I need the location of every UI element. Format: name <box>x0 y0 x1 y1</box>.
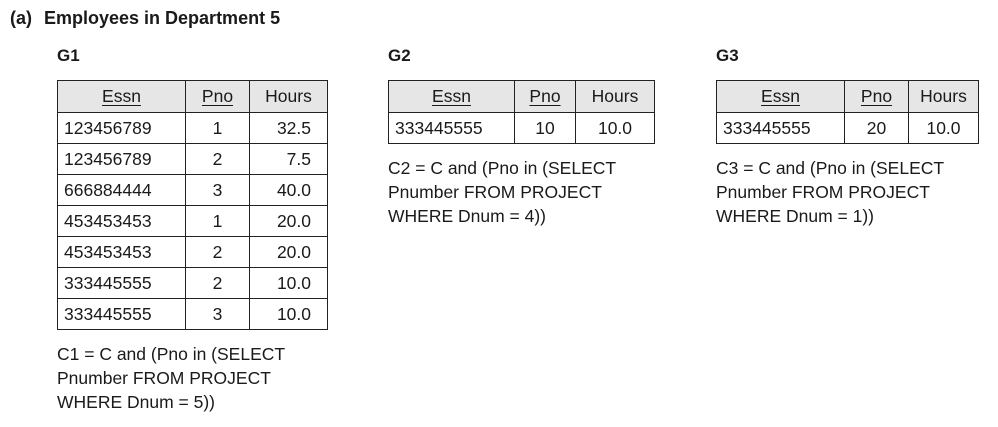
table-header-row: Essn Pno Hours <box>57 80 328 113</box>
group-condition: C1 = C and (Pno in (SELECT Pnumber FROM … <box>57 342 328 414</box>
cell-essn: 123456789 <box>57 143 186 175</box>
cell-essn: 333445555 <box>716 112 845 144</box>
table-row: 453453453 2 20.0 <box>57 236 328 268</box>
condition-line: Pnumber FROM PROJECT <box>57 368 271 388</box>
cell-hours: 10.0 <box>908 112 979 144</box>
column-header-essn: Essn <box>716 80 845 113</box>
cell-essn: 453453453 <box>57 205 186 237</box>
group-condition: C3 = C and (Pno in (SELECT Pnumber FROM … <box>716 156 979 228</box>
cell-pno: 3 <box>185 174 250 206</box>
cell-pno: 3 <box>185 298 250 330</box>
column-header-hours: Hours <box>908 80 979 113</box>
cell-hours: 40.0 <box>249 174 328 206</box>
cell-essn: 453453453 <box>57 236 186 268</box>
column-header-essn: Essn <box>57 80 186 113</box>
cell-hours: 20.0 <box>249 205 328 237</box>
relation-table: Essn Pno Hours 333445555 10 10.0 <box>388 80 655 144</box>
group-name: G1 <box>57 46 80 65</box>
cell-hours: 20.0 <box>249 236 328 268</box>
group-g2: G2 Essn Pno Hours 333445555 10 10.0 C2 =… <box>388 46 655 228</box>
table-header-row: Essn Pno Hours <box>388 80 655 113</box>
group-name: G3 <box>716 46 739 65</box>
cell-pno: 2 <box>185 143 250 175</box>
cell-essn: 333445555 <box>388 112 515 144</box>
cell-essn: 666884444 <box>57 174 186 206</box>
cell-pno: 2 <box>185 236 250 268</box>
column-header-essn: Essn <box>388 80 515 113</box>
cell-pno: 1 <box>185 205 250 237</box>
cell-pno: 10 <box>514 112 576 144</box>
cell-essn: 333445555 <box>57 267 186 299</box>
condition-line: WHERE Dnum = 4)) <box>388 206 547 226</box>
condition-line: C2 = C and (Pno in (SELECT <box>388 158 617 178</box>
column-header-hours: Hours <box>575 80 655 113</box>
column-header-hours: Hours <box>249 80 328 113</box>
group-g1: G1 Essn Pno Hours 123456789 1 32.5 12345… <box>57 46 328 414</box>
cell-essn: 333445555 <box>57 298 186 330</box>
condition-line: Pnumber FROM PROJECT <box>388 182 602 202</box>
cell-hours: 10.0 <box>249 267 328 299</box>
group-name: G2 <box>388 46 411 65</box>
cell-hours: 7.5 <box>249 143 328 175</box>
relation-table: Essn Pno Hours 333445555 20 10.0 <box>716 80 979 144</box>
table-row: 666884444 3 40.0 <box>57 174 328 206</box>
table-row: 333445555 20 10.0 <box>716 112 979 144</box>
group-condition: C2 = C and (Pno in (SELECT Pnumber FROM … <box>388 156 655 228</box>
table-row: 333445555 10 10.0 <box>388 112 655 144</box>
figure-label: (a) <box>10 8 32 28</box>
table-row: 333445555 2 10.0 <box>57 267 328 299</box>
cell-hours: 10.0 <box>575 112 655 144</box>
group-g3: G3 Essn Pno Hours 333445555 20 10.0 C3 =… <box>716 46 979 228</box>
cell-pno: 1 <box>185 112 250 144</box>
relation-table: Essn Pno Hours 123456789 1 32.5 12345678… <box>57 80 328 330</box>
figure-title: Employees in Department 5 <box>44 8 281 28</box>
condition-line: C1 = C and (Pno in (SELECT <box>57 344 286 364</box>
column-header-pno: Pno <box>844 80 909 113</box>
cell-hours: 10.0 <box>249 298 328 330</box>
column-header-pno: Pno <box>185 80 250 113</box>
column-header-pno: Pno <box>514 80 576 113</box>
table-row: 333445555 3 10.0 <box>57 298 328 330</box>
condition-line: WHERE Dnum = 5)) <box>57 392 216 412</box>
cell-hours: 32.5 <box>249 112 328 144</box>
condition-line: WHERE Dnum = 1)) <box>716 206 875 226</box>
table-header-row: Essn Pno Hours <box>716 80 979 113</box>
cell-pno: 2 <box>185 267 250 299</box>
cell-essn: 123456789 <box>57 112 186 144</box>
condition-line: Pnumber FROM PROJECT <box>716 182 930 202</box>
table-row: 123456789 1 32.5 <box>57 112 328 144</box>
table-row: 453453453 1 20.0 <box>57 205 328 237</box>
condition-line: C3 = C and (Pno in (SELECT <box>716 158 945 178</box>
table-row: 123456789 2 7.5 <box>57 143 328 175</box>
figure-heading: (a) Employees in Department 5 <box>10 8 280 29</box>
cell-pno: 20 <box>844 112 909 144</box>
